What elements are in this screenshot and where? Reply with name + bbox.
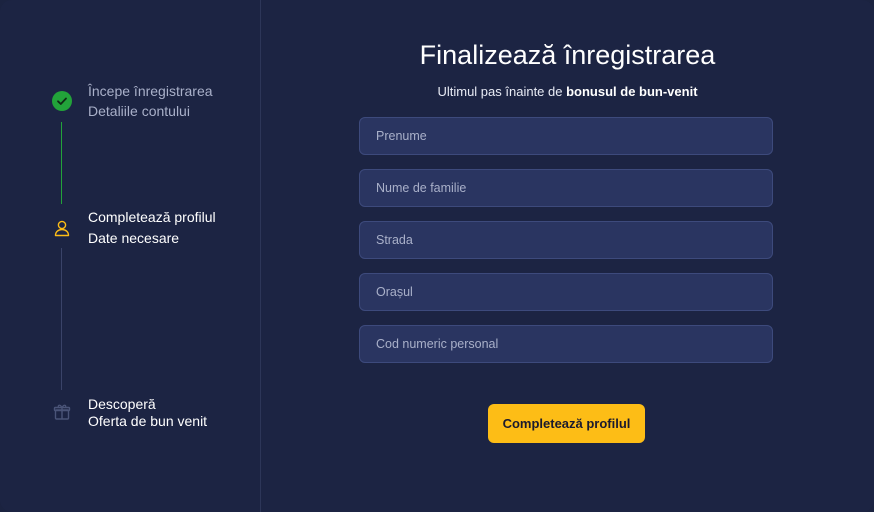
city-input[interactable] bbox=[359, 273, 773, 311]
subtitle-bonus-text: bonusul de bun-venit bbox=[566, 84, 698, 99]
step-subtitle: Detaliile contului bbox=[88, 103, 190, 119]
profile-form-panel: Finalizează înregistrarea Ultimul pas în… bbox=[261, 0, 874, 512]
page-title: Finalizează înregistrarea bbox=[419, 40, 716, 70]
gift-icon bbox=[52, 402, 72, 422]
user-icon bbox=[52, 218, 72, 238]
page-subtitle: Ultimul pas înainte de bonusul de bun-ve… bbox=[261, 84, 874, 99]
step-title: Începe înregistrarea bbox=[88, 83, 213, 99]
first-name-input[interactable] bbox=[359, 117, 773, 155]
personal-id-input[interactable] bbox=[359, 325, 773, 363]
step-title: Descoperă bbox=[88, 396, 156, 412]
last-name-input[interactable] bbox=[359, 169, 773, 207]
progress-sidebar: Începe înregistrarea Detaliile contului … bbox=[0, 0, 261, 512]
street-input[interactable] bbox=[359, 221, 773, 259]
registration-window: Începe înregistrarea Detaliile contului … bbox=[0, 0, 874, 512]
check-circle-icon bbox=[52, 91, 72, 111]
step-subtitle: Oferta de bun venit bbox=[88, 413, 208, 429]
step-connector-pending bbox=[61, 248, 62, 390]
complete-profile-button[interactable]: Completează profilul bbox=[488, 404, 645, 443]
step-connector-completed bbox=[61, 122, 62, 204]
subtitle-text: Ultimul pas înainte de bbox=[437, 84, 567, 99]
step-subtitle: Date necesare bbox=[88, 230, 180, 246]
step-title: Completează profilul bbox=[88, 209, 216, 225]
